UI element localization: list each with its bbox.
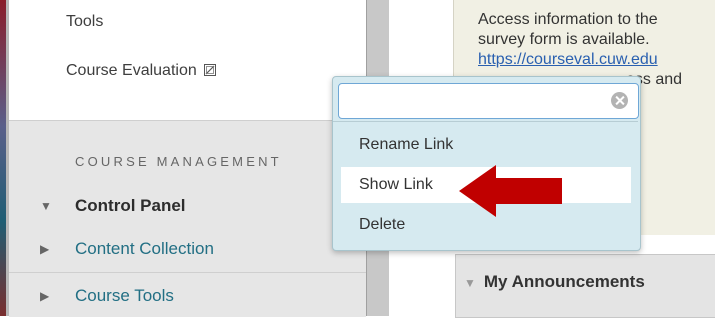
context-menu-search-input[interactable] <box>338 83 639 119</box>
caret-down-icon: ▼ <box>40 199 52 213</box>
caret-right-icon: ▶ <box>40 242 50 256</box>
control-panel-item-course-tools[interactable]: ▶ Course Tools <box>9 273 366 319</box>
caret-right-icon: ▶ <box>40 289 50 303</box>
announcements-header[interactable]: ▼ My Announcements <box>464 272 645 292</box>
menu-link-course-evaluation[interactable]: Course Evaluation <box>66 62 217 80</box>
info-line-1: Access information to the <box>478 11 658 28</box>
course-tools-label: Course Tools <box>75 286 174 305</box>
hidden-link-icon <box>204 64 217 76</box>
red-annotation-arrow <box>459 165 562 217</box>
menu-link-tools[interactable]: Tools <box>66 13 103 31</box>
collapse-triangle-icon: ▼ <box>464 276 476 290</box>
content-collection-label: Content Collection <box>75 239 214 258</box>
course-color-strip <box>0 0 9 316</box>
control-panel-label: Control Panel <box>75 196 186 215</box>
info-line-2: survey form is available. <box>478 31 650 48</box>
control-panel-toggle[interactable]: ▼ Control Panel <box>9 183 366 229</box>
menu-link-course-evaluation-label: Course Evaluation <box>66 62 197 79</box>
context-menu-divider <box>333 121 638 122</box>
red-annotation-arrow-shape <box>459 165 562 217</box>
announcements-title: My Announcements <box>483 272 645 291</box>
section-heading-course-management: COURSE MANAGEMENT <box>75 154 282 169</box>
clear-search-icon[interactable] <box>611 92 628 109</box>
course-menu-links <box>9 0 366 120</box>
menu-item-rename-link[interactable]: Rename Link <box>341 127 631 163</box>
control-panel-item-content-collection[interactable]: ▶ Content Collection <box>9 226 366 273</box>
course-evaluation-url-link[interactable]: https://courseval.cuw.edu <box>478 50 715 70</box>
course-management-panel: COURSE MANAGEMENT ▼ Control Panel ▶ Cont… <box>9 120 366 317</box>
